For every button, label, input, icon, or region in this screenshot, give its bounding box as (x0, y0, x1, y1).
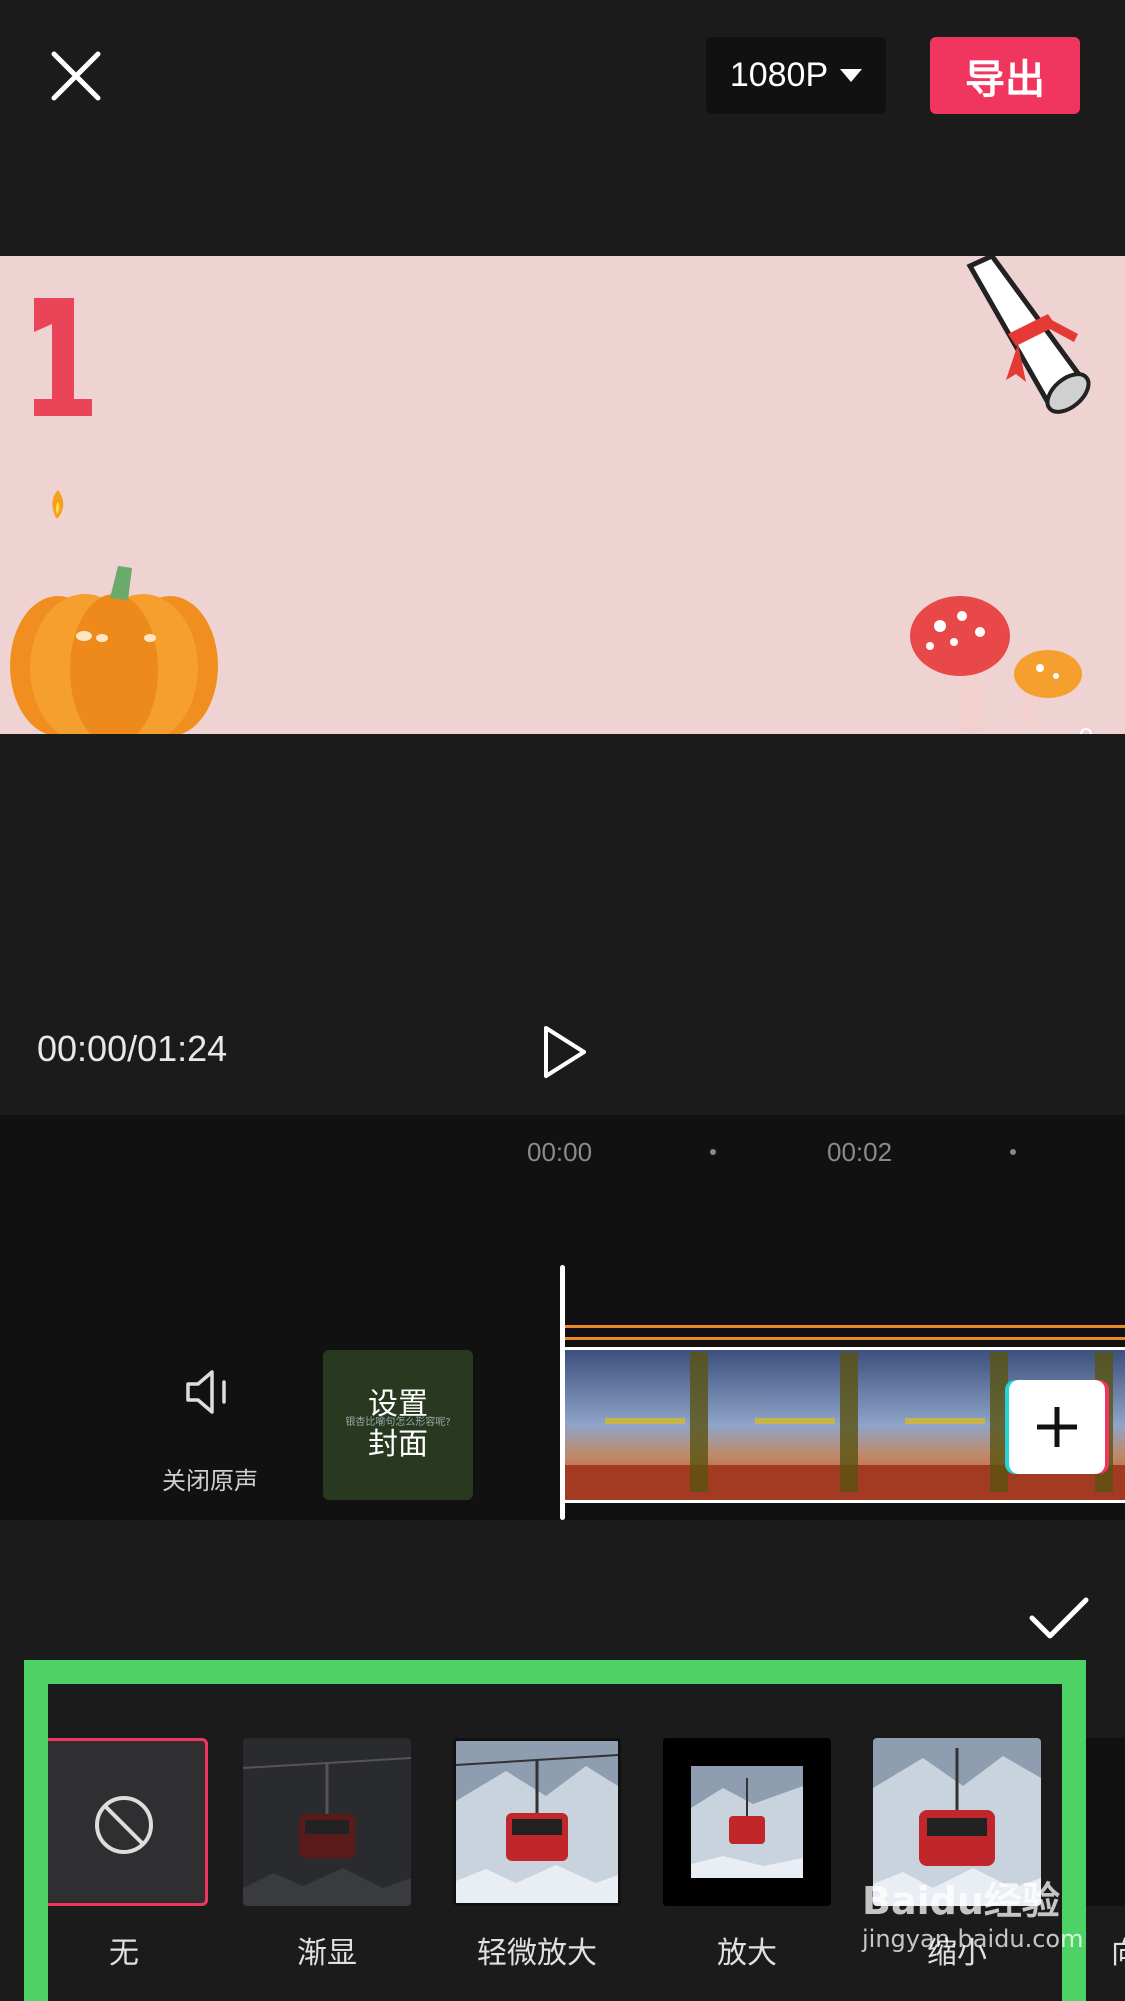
video-preview (0, 256, 1125, 734)
checkmark-icon (1029, 1597, 1089, 1639)
preview-artwork (10, 256, 1092, 734)
diploma-scroll-icon (966, 256, 1091, 414)
play-icon (544, 1026, 586, 1078)
playhead[interactable] (560, 1265, 565, 1520)
export-label: 导出 (965, 56, 1045, 103)
pumpkin-icon (10, 566, 218, 734)
resolution-value: 1080P (729, 56, 829, 94)
watermark-brand: Baidu经验 (862, 1879, 1060, 1923)
set-cover-button[interactable]: 设置 封面 银杏比喻句怎么形容呢? (323, 1350, 473, 1500)
speaker-icon (186, 1370, 226, 1414)
audio-track-line (565, 1337, 1125, 1340)
confirm-button[interactable] (1028, 1596, 1090, 1642)
close-button[interactable] (44, 44, 108, 108)
cover-label-line2: 封面 (368, 1427, 428, 1462)
effect-label: 向 (1083, 1928, 1125, 1972)
audio-track-line (565, 1325, 1125, 1328)
cover-subtext: 银杏比喻句怎么形容呢? (345, 1417, 451, 1428)
ruler-tick-label: 00:02 (827, 1137, 893, 1167)
chevron-down-icon (840, 69, 863, 82)
export-button[interactable]: 导出 (930, 37, 1080, 114)
baidu-watermark: Baidu经验 jingyan.baidu.com (862, 1870, 1083, 1953)
clip-border-bottom (565, 1500, 1125, 1503)
mute-original-audio-button[interactable]: 关闭原声 (150, 1368, 270, 1495)
ruler-dot (1010, 1149, 1016, 1155)
close-icon (51, 51, 101, 101)
add-clip-button[interactable] (1009, 1380, 1105, 1474)
effect-option-partial[interactable]: 向 (1083, 1738, 1125, 1972)
mushroom-icon (910, 596, 1092, 734)
ruler-tick-label: 00:00 (527, 1137, 593, 1167)
effect-thumbnail (1083, 1738, 1125, 1906)
mute-label: 关闭原声 (162, 1467, 258, 1495)
resolution-dropdown[interactable]: 1080P (706, 37, 886, 114)
watermark-url: jingyan.baidu.com (862, 1925, 1084, 1953)
plus-icon (1037, 1407, 1077, 1447)
ruler-dot (710, 1149, 716, 1155)
timecode: 00:00/01:24 (37, 1028, 228, 1069)
play-button[interactable] (540, 1024, 590, 1080)
